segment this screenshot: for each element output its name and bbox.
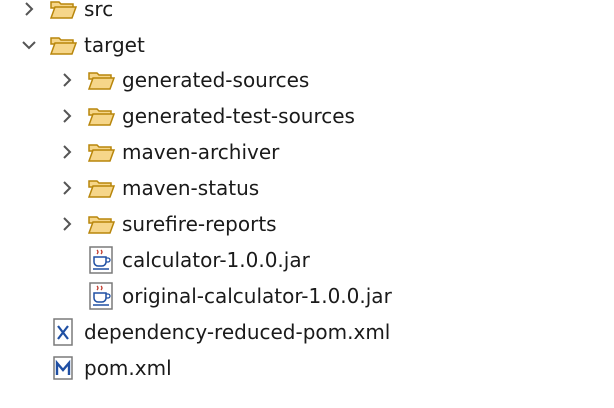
folder-open-icon bbox=[86, 173, 116, 203]
folder-open-icon bbox=[86, 209, 116, 239]
chevron-right-icon[interactable] bbox=[56, 141, 78, 163]
project-explorer-tree: src target generated-sources generated-t… bbox=[0, 0, 614, 408]
folder-open-icon bbox=[48, 0, 78, 24]
tree-item-label: target bbox=[84, 33, 145, 57]
folder-open-icon bbox=[86, 137, 116, 167]
tree-item-label: src bbox=[84, 0, 114, 21]
tree-item-original-calculator-jar[interactable]: original-calculator-1.0.0.jar bbox=[56, 279, 392, 313]
tree-item-label: generated-test-sources bbox=[122, 104, 355, 128]
tree-item-maven-archiver[interactable]: maven-archiver bbox=[56, 135, 279, 169]
chevron-right-icon[interactable] bbox=[56, 213, 78, 235]
tree-item-label: surefire-reports bbox=[122, 212, 277, 236]
jar-file-icon bbox=[86, 281, 116, 311]
folder-open-icon bbox=[48, 30, 78, 60]
tree-item-generated-test-sources[interactable]: generated-test-sources bbox=[56, 99, 355, 133]
chevron-right-icon[interactable] bbox=[56, 177, 78, 199]
tree-item-label: generated-sources bbox=[122, 68, 310, 92]
jar-file-icon bbox=[86, 245, 116, 275]
tree-item-maven-status[interactable]: maven-status bbox=[56, 171, 259, 205]
tree-item-generated-sources[interactable]: generated-sources bbox=[56, 63, 309, 97]
tree-item-surefire-reports[interactable]: surefire-reports bbox=[56, 207, 277, 241]
tree-item-label: calculator-1.0.0.jar bbox=[122, 248, 310, 272]
tree-item-pom-xml[interactable]: pom.xml bbox=[18, 351, 172, 385]
chevron-down-icon[interactable] bbox=[18, 34, 40, 56]
chevron-right-icon[interactable] bbox=[18, 0, 40, 20]
tree-item-label: dependency-reduced-pom.xml bbox=[84, 320, 391, 344]
tree-item-label: maven-status bbox=[122, 176, 260, 200]
tree-item-label: pom.xml bbox=[84, 356, 172, 380]
xml-file-icon bbox=[48, 317, 78, 347]
tree-item-calculator-jar[interactable]: calculator-1.0.0.jar bbox=[56, 243, 310, 277]
folder-open-icon bbox=[86, 65, 116, 95]
tree-item-target[interactable]: target bbox=[18, 28, 145, 62]
tree-item-src[interactable]: src bbox=[18, 0, 113, 26]
chevron-right-icon[interactable] bbox=[56, 69, 78, 91]
tree-item-dependency-reduced-pom[interactable]: dependency-reduced-pom.xml bbox=[18, 315, 390, 349]
tree-item-label: maven-archiver bbox=[122, 140, 280, 164]
folder-open-icon bbox=[86, 101, 116, 131]
tree-item-label: original-calculator-1.0.0.jar bbox=[122, 284, 392, 308]
maven-pom-icon bbox=[48, 353, 78, 383]
chevron-right-icon[interactable] bbox=[56, 105, 78, 127]
